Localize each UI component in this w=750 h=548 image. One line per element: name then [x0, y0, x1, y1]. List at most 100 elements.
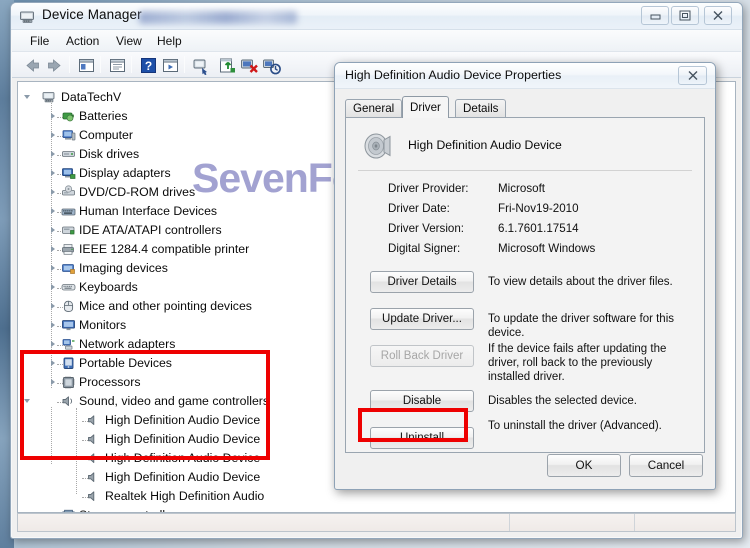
speaker-icon — [88, 491, 95, 501]
window-titlebar[interactable]: Device Manager — [11, 3, 742, 30]
tree-node-label: IDE ATA/ATAPI controllers — [79, 223, 222, 237]
hid-icon — [61, 208, 76, 216]
speaker-icon — [88, 453, 95, 463]
status-pane-tertiary — [635, 514, 735, 531]
dialog-close-button[interactable] — [678, 66, 707, 85]
tree-child-label: High Definition Audio Device — [105, 413, 261, 427]
imaging-device-icon — [62, 264, 75, 274]
tree-node-label: Portable Devices — [79, 356, 172, 370]
portable-device-icon — [63, 357, 74, 369]
expand-arrow-icon[interactable] — [51, 284, 55, 290]
menu-help[interactable]: Help — [151, 33, 188, 49]
tree-node-label: Sound, video and game controllers — [79, 394, 270, 408]
tree-node-label: Computer — [79, 128, 133, 142]
expand-arrow-icon[interactable] — [51, 113, 55, 119]
tab-general[interactable]: General — [345, 99, 403, 117]
expand-arrow-icon[interactable] — [51, 379, 55, 385]
toolbar-separator-1 — [69, 56, 70, 73]
computer-icon — [62, 130, 76, 141]
expand-arrow-icon[interactable] — [51, 322, 55, 328]
driver-provider-value: Microsoft — [498, 182, 546, 195]
menu-view[interactable]: View — [110, 33, 148, 49]
close-icon — [688, 71, 697, 80]
toolbar-separator-3 — [131, 56, 132, 73]
svg-text:?: ? — [145, 59, 152, 73]
status-bar — [17, 513, 736, 532]
help-icon[interactable]: ? — [139, 56, 158, 75]
expand-arrow-icon[interactable] — [23, 95, 30, 102]
expand-arrow-icon[interactable] — [51, 170, 55, 176]
printer-icon — [62, 244, 74, 255]
dialog-titlebar[interactable]: High Definition Audio Device Properties — [335, 63, 715, 89]
computer-root-icon — [42, 92, 55, 103]
expand-arrow-icon[interactable] — [51, 189, 55, 195]
menu-action[interactable]: Action — [60, 33, 105, 49]
forward-icon[interactable] — [45, 56, 64, 75]
display-adapter-icon — [62, 168, 76, 179]
scan-for-hardware-changes-icon[interactable] — [192, 56, 211, 75]
storage-controller-icon — [62, 509, 75, 512]
back-icon[interactable] — [23, 56, 42, 75]
tree-child-label: High Definition Audio Device — [105, 432, 261, 446]
expand-arrow-icon[interactable] — [51, 265, 55, 271]
close-button[interactable] — [704, 6, 732, 25]
tree-node-label: Mice and other pointing devices — [79, 299, 252, 313]
show-hide-console-tree-icon[interactable] — [77, 56, 96, 75]
driver-details-description: To view details about the driver files. — [488, 276, 673, 288]
expand-arrow-icon[interactable] — [51, 303, 55, 309]
expand-arrow-icon[interactable] — [23, 399, 30, 406]
expand-arrow-icon[interactable] — [51, 132, 55, 138]
maximize-restore-button[interactable] — [671, 6, 699, 25]
disable-device-icon[interactable] — [262, 56, 281, 75]
expand-arrow-icon[interactable] — [51, 341, 55, 347]
minimize-button[interactable] — [641, 6, 669, 25]
tree-node-label: Disk drives — [79, 147, 140, 161]
uninstall-description: To uninstall the driver (Advanced). — [488, 420, 662, 432]
device-name-label: High Definition Audio Device — [408, 138, 562, 152]
ide-controller-icon — [62, 226, 75, 235]
driver-date-key: Driver Date: — [388, 202, 450, 215]
update-driver-description: To update the driver software for this d… — [488, 313, 675, 339]
ok-button[interactable]: OK — [547, 454, 621, 477]
tree-node-label: DVD/CD-ROM drives — [79, 185, 196, 199]
driver-details-button[interactable]: Driver Details — [370, 271, 474, 293]
expand-arrow-icon[interactable] — [51, 246, 55, 252]
tree-node-label: Keyboards — [79, 280, 138, 294]
tree-node-label: Imaging devices — [79, 261, 168, 275]
tree-node-label: Processors — [79, 375, 141, 389]
disable-button[interactable]: Disable — [370, 390, 474, 412]
update-driver-button[interactable]: Update Driver... — [370, 308, 474, 330]
battery-icon — [62, 112, 74, 122]
uninstall-device-icon[interactable] — [240, 56, 259, 75]
maximize-icon — [679, 10, 691, 21]
toolbar-separator-2 — [100, 56, 101, 73]
close-icon — [713, 11, 723, 20]
expand-arrow-icon[interactable] — [51, 151, 55, 157]
dvd-drive-icon — [62, 185, 75, 196]
expand-arrow-icon[interactable] — [51, 227, 55, 233]
tab-driver[interactable]: Driver — [402, 96, 449, 118]
menu-file[interactable]: File — [24, 33, 55, 49]
driver-tab-panel: High Definition Audio Device Driver Prov… — [345, 117, 705, 453]
speaker-icon — [88, 434, 95, 444]
tree-child-label: High Definition Audio Device — [105, 451, 261, 465]
roll-back-driver-button[interactable]: Roll Back Driver — [370, 345, 474, 367]
tree-node-storage-controllers[interactable]: Storage controllers — [24, 506, 735, 512]
roll-back-driver-description: If the device fails after updating the d… — [488, 343, 667, 383]
header-divider — [358, 170, 692, 171]
network-adapter-icon — [62, 339, 75, 350]
update-driver-icon[interactable] — [218, 56, 237, 75]
digital-signer-value: Microsoft Windows — [498, 242, 596, 255]
cancel-button[interactable]: Cancel — [629, 454, 703, 477]
properties-icon[interactable] — [108, 56, 127, 75]
keyboard-icon — [61, 284, 76, 291]
disable-description: Disables the selected device. — [488, 395, 637, 407]
uninstall-button[interactable]: Uninstall — [370, 427, 474, 449]
tab-details[interactable]: Details — [455, 99, 507, 117]
expand-arrow-icon[interactable] — [51, 208, 55, 214]
speaker-icon — [88, 472, 95, 482]
tree-child-guide-line — [76, 408, 77, 494]
display-view-icon[interactable] — [161, 56, 180, 75]
expand-arrow-icon[interactable] — [51, 360, 55, 366]
driver-date-value: Fri-Nov19-2010 — [498, 202, 579, 215]
